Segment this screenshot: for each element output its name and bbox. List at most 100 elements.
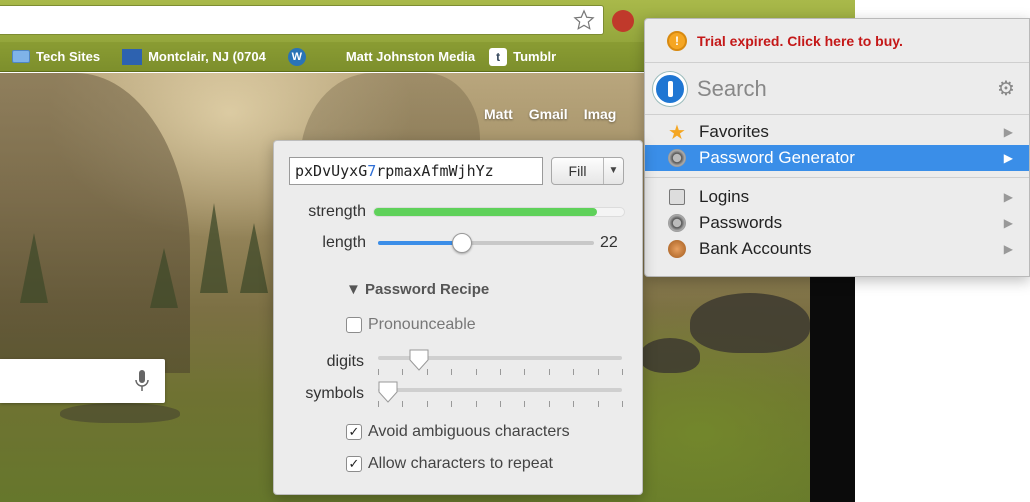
length-label: length	[322, 234, 366, 251]
star-icon: ★	[668, 121, 686, 144]
slider-tick	[402, 401, 404, 407]
bookmark-matt-johnston-media[interactable]: Matt Johnston Media	[346, 49, 475, 64]
dial-icon	[667, 148, 687, 168]
allow-repeat-option[interactable]: ✓ Allow characters to repeat	[346, 455, 553, 473]
password-recipe-toggle[interactable]: ▼ Password Recipe	[346, 281, 489, 298]
submenu-arrow-icon: ▶	[1003, 242, 1013, 256]
page-edge	[810, 277, 855, 502]
length-slider-knob[interactable]	[452, 233, 473, 253]
gmail-link[interactable]: Gmail	[529, 106, 568, 122]
menu-item-label: Logins	[699, 187, 750, 206]
menu-item-logins[interactable]: Logins ▶	[645, 184, 1029, 210]
slider-tick	[500, 401, 501, 407]
symbols-slider[interactable]	[378, 381, 622, 403]
allow-repeat-label: Allow characters to repeat	[368, 455, 553, 472]
slider-tick	[475, 369, 477, 375]
pronounceable-option[interactable]: Pronounceable	[346, 316, 476, 334]
strength-meter-fill	[374, 208, 597, 216]
slider-tick	[426, 401, 428, 407]
menu-item-favorites[interactable]: ★ Favorites ▶	[645, 119, 1029, 145]
weather-channel-icon	[122, 48, 143, 65]
rock-shape	[640, 338, 700, 373]
dial-icon	[667, 213, 687, 233]
menu-item-bank-accounts[interactable]: Bank Accounts ▶	[645, 236, 1029, 262]
menu-separator	[645, 177, 1029, 178]
key-icon	[667, 187, 687, 207]
gear-icon[interactable]: ⚙	[997, 79, 1017, 99]
menu-item-password-generator[interactable]: Password Generator ▶	[645, 145, 1029, 171]
bookmark-label: Tech Sites	[36, 49, 101, 64]
tree-shape	[20, 233, 48, 303]
allow-repeat-checkbox[interactable]: ✓	[346, 456, 362, 472]
menu-item-passwords[interactable]: Passwords ▶	[645, 210, 1029, 236]
slider-tick	[573, 369, 575, 375]
slider-tick	[597, 369, 599, 375]
bookmark-wordpress[interactable]: W	[287, 47, 306, 66]
account-name-link[interactable]: Matt	[484, 106, 513, 122]
length-slider[interactable]	[378, 233, 594, 253]
tumblr-icon: t	[489, 47, 508, 66]
onepassword-logo-icon	[653, 71, 687, 106]
symbols-label: symbols	[305, 385, 364, 402]
slider-tick	[402, 369, 404, 375]
avoid-ambiguous-label: Avoid ambiguous characters	[368, 423, 570, 440]
search-field[interactable]: Search	[697, 76, 767, 102]
bookmark-weather[interactable]: Montclair, NJ (0704	[122, 48, 266, 65]
submenu-arrow-icon: ▶	[1003, 125, 1013, 139]
digits-label: digits	[326, 353, 364, 370]
google-search-box[interactable]	[0, 359, 165, 403]
tree-shape	[200, 203, 228, 293]
password-text: pxDvUyxG	[295, 162, 368, 180]
onepassword-search-row[interactable]: Search ⚙	[645, 63, 1029, 115]
trial-expired-banner[interactable]: ! Trial expired. Click here to buy.	[645, 19, 1029, 63]
pronounceable-checkbox[interactable]	[346, 317, 362, 333]
dropdown-arrow-icon[interactable]: ▼	[604, 158, 623, 184]
avoid-ambiguous-checkbox[interactable]: ✓	[346, 424, 362, 440]
extension-icons	[612, 8, 634, 34]
menu-item-label: Bank Accounts	[699, 239, 812, 258]
fill-button[interactable]: Fill ▼	[551, 157, 624, 185]
extension-icon[interactable]	[612, 10, 634, 32]
fill-button-label: Fill	[552, 158, 604, 184]
rock-shape	[60, 403, 180, 423]
cliff-shape	[0, 73, 190, 373]
images-link[interactable]: Imag	[584, 106, 617, 122]
onepassword-menu: ★ Favorites ▶ Password Generator ▶ Login…	[645, 115, 1029, 262]
menu-item-label: Passwords	[699, 213, 783, 232]
menu-item-label: Password Generator	[699, 148, 855, 167]
digits-slider-ticks	[378, 369, 623, 375]
slider-tick	[622, 401, 623, 407]
trial-message: Trial expired. Click here to buy.	[697, 32, 903, 49]
slider-tick	[451, 401, 453, 407]
bookmark-tech-sites[interactable]: Tech Sites	[12, 49, 100, 64]
folder-icon	[12, 50, 30, 63]
warning-icon: !	[667, 30, 687, 51]
bookmark-label: Montclair, NJ (0704	[148, 49, 266, 64]
slider-tick	[378, 401, 379, 407]
submenu-arrow-icon: ▶	[1003, 151, 1013, 165]
symbols-slider-ticks	[378, 401, 623, 407]
bookmark-star-icon[interactable]	[573, 9, 595, 31]
slider-tick	[524, 369, 526, 375]
wordpress-icon: W	[287, 47, 306, 66]
slider-tick	[548, 401, 550, 407]
menu-item-label: Favorites	[699, 122, 769, 141]
password-text: rpmaxAfmWjhYz	[376, 162, 494, 180]
bookmark-label: Tumblr	[513, 49, 557, 64]
google-top-links: Matt Gmail Imag	[484, 106, 616, 122]
digits-slider[interactable]	[378, 349, 622, 371]
onepassword-popover: ! Trial expired. Click here to buy. Sear…	[644, 18, 1030, 277]
password-digit: 7	[367, 162, 377, 180]
tree-shape	[150, 248, 178, 308]
bookmark-tumblr[interactable]: t Tumblr	[489, 47, 557, 66]
microphone-icon[interactable]	[135, 369, 149, 393]
address-bar[interactable]	[0, 5, 604, 35]
submenu-arrow-icon: ▶	[1003, 216, 1013, 230]
submenu-arrow-icon: ▶	[1003, 190, 1013, 204]
slider-tick	[378, 369, 379, 375]
strength-label: strength	[308, 203, 366, 220]
slider-tick	[597, 401, 599, 407]
generated-password-field[interactable]: pxDvUyxG7rpmaxAfmWjhYz	[289, 157, 543, 185]
avoid-ambiguous-option[interactable]: ✓ Avoid ambiguous characters	[346, 423, 570, 441]
pronounceable-label: Pronounceable	[368, 316, 476, 333]
